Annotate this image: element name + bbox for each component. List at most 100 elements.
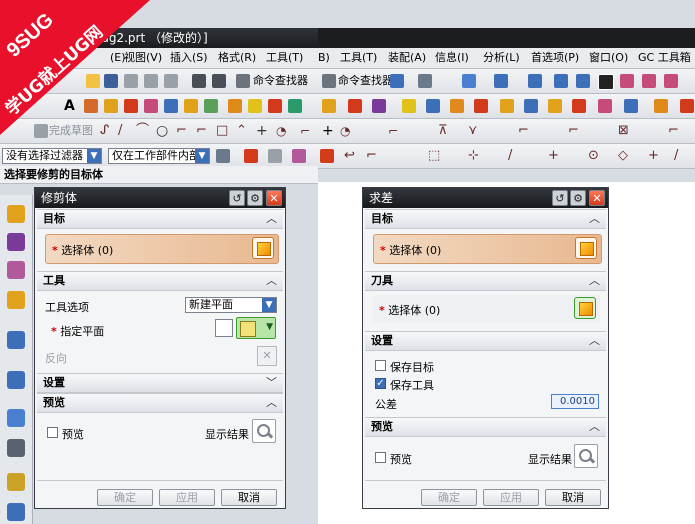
trim-ok-button[interactable]: 确定 xyxy=(97,489,153,506)
trim-tool-section-header[interactable]: 工具 ︿ xyxy=(37,271,283,291)
snap-icon-2[interactable]: ⌐ xyxy=(366,144,377,168)
snap-icon-4[interactable]: + xyxy=(648,144,659,168)
feature-icon-i[interactable] xyxy=(524,99,538,113)
feature-icon-h[interactable] xyxy=(500,99,514,113)
chamfer-icon[interactable]: ⌐ xyxy=(196,119,207,143)
snap-endpoint-icon[interactable]: / xyxy=(508,144,512,168)
fillet-sketch-icon[interactable]: ⌐ xyxy=(568,119,579,143)
feature-icon-8[interactable] xyxy=(228,99,242,113)
command-finder-label[interactable]: 命令查找器 xyxy=(338,69,393,93)
rectangle-icon[interactable]: □ xyxy=(216,119,228,143)
feature-icon-e[interactable] xyxy=(426,99,440,113)
snap-icon-5[interactable]: / xyxy=(674,144,678,168)
feature-icon-d[interactable] xyxy=(402,99,416,113)
feature-icon-5[interactable] xyxy=(164,99,178,113)
subtract-target-select-body[interactable]: * 选择体 (0) xyxy=(373,234,602,264)
feature-icon-k[interactable] xyxy=(572,99,586,113)
menu-assembly[interactable]: 装配(A) xyxy=(388,48,426,68)
view-icon-4[interactable] xyxy=(494,74,508,88)
subtract-preview-section-header[interactable]: 预览 ︿ xyxy=(365,417,606,437)
solid-body-icon[interactable] xyxy=(574,297,596,319)
feature-icon-b[interactable] xyxy=(348,99,362,113)
feature-icon-m[interactable] xyxy=(624,99,638,113)
feature-icon-n[interactable] xyxy=(654,99,668,113)
close-icon[interactable]: ✕ xyxy=(266,190,282,206)
feature-icon-l[interactable] xyxy=(598,99,612,113)
selection-icon-3[interactable] xyxy=(268,149,282,163)
feature-icon-j[interactable] xyxy=(548,99,562,113)
constraint-navigator-icon[interactable] xyxy=(7,233,25,251)
feature-icon-10[interactable] xyxy=(268,99,282,113)
menu-preferences[interactable]: 首选项(P) xyxy=(531,48,579,68)
snap-midpoint-icon[interactable]: + xyxy=(548,144,559,168)
reset-icon[interactable]: ↺ xyxy=(229,190,245,206)
menu-information[interactable]: 信息(I) xyxy=(435,48,469,68)
mirror-icon[interactable]: ⋎ xyxy=(468,119,478,143)
history-icon[interactable] xyxy=(7,371,25,389)
menu-format[interactable]: 格式(R) xyxy=(218,48,256,68)
feature-icon-7[interactable] xyxy=(204,99,218,113)
roles-icon[interactable] xyxy=(7,503,25,521)
subtract-tool-section-header[interactable]: 刀具 ︿ xyxy=(365,271,606,291)
sketch-icon-y[interactable]: ⌐ xyxy=(668,119,679,143)
snap-box-icon[interactable]: ⬚ xyxy=(428,144,440,168)
assembly-navigator-icon[interactable] xyxy=(7,205,25,223)
subtract-tool-select-body[interactable]: * 选择体 (0) xyxy=(373,295,600,323)
subtract-preview-checkbox[interactable] xyxy=(375,452,386,463)
trim-preview-checkbox[interactable] xyxy=(47,427,58,438)
feature-icon-9[interactable] xyxy=(248,99,262,113)
magnifier-icon[interactable] xyxy=(574,444,598,468)
selection-icon-4[interactable] xyxy=(292,149,306,163)
trim-target-section-header[interactable]: 目标 ︿ xyxy=(37,209,283,229)
solid-body-icon[interactable] xyxy=(575,237,597,259)
render-style-icon-1[interactable] xyxy=(528,74,542,88)
magnifier-icon[interactable] xyxy=(252,419,276,443)
subtract-cancel-button[interactable]: 取消 xyxy=(545,489,601,506)
trim-settings-section-header[interactable]: 设置 ﹀ xyxy=(37,373,283,393)
selection-icon-1[interactable] xyxy=(216,149,230,163)
menu-fragment[interactable]: B) xyxy=(318,48,330,68)
menu-window[interactable]: 窗口(O) xyxy=(589,48,628,68)
menu-tools[interactable]: 工具(T) xyxy=(340,48,377,68)
snap-point-icon[interactable] xyxy=(320,149,334,163)
trim-apply-button[interactable]: 应用 xyxy=(159,489,215,506)
clock-icon[interactable] xyxy=(7,409,25,427)
feature-icon-g[interactable] xyxy=(474,99,488,113)
snap-icon-1[interactable]: ↩ xyxy=(344,144,355,168)
offset-icon[interactable]: ◔ xyxy=(340,119,350,143)
snap-point-icon[interactable] xyxy=(244,149,258,163)
command-finder-icon[interactable] xyxy=(322,74,336,88)
reverse-direction-icon[interactable]: ✕ xyxy=(257,346,277,366)
keep-tool-checkbox[interactable]: ✓ xyxy=(375,378,386,389)
menu-analysis[interactable]: 分析(L) xyxy=(483,48,520,68)
quick-trim-icon[interactable]: ⌐ xyxy=(388,119,398,143)
process-studio-icon[interactable] xyxy=(7,473,25,491)
redo-icon[interactable] xyxy=(212,74,226,88)
trim-preview-section-header[interactable]: 预览 ︿ xyxy=(37,393,283,413)
render-style-icon-5[interactable] xyxy=(620,74,634,88)
trim-cancel-button[interactable]: 取消 xyxy=(221,489,277,506)
dimension-icon[interactable]: ⌐ xyxy=(518,119,529,143)
constraint-icon[interactable]: ⊼ xyxy=(438,119,448,143)
snap-center-icon[interactable]: ⊙ xyxy=(588,144,599,168)
menu-gc-toolbox[interactable]: GC 工具箱 xyxy=(638,48,691,68)
offset-icon[interactable]: ◔ xyxy=(276,119,286,143)
feature-icon-6[interactable] xyxy=(184,99,198,113)
menu-insert[interactable]: 插入(S) xyxy=(170,48,208,68)
selection-scope-dropdown[interactable]: 仅在工作部件内部 ▼ xyxy=(108,148,210,164)
feature-icon-a[interactable] xyxy=(322,99,336,113)
command-finder-label[interactable]: 命令查找器 xyxy=(253,69,308,93)
paste-icon[interactable] xyxy=(164,74,178,88)
snap-quadrant-icon[interactable]: ◇ xyxy=(618,144,628,168)
plane-type-dropdown[interactable]: ▼ xyxy=(236,317,276,339)
feature-icon-c[interactable] xyxy=(372,99,386,113)
snap-icon-3[interactable]: ⊹ xyxy=(468,144,479,168)
sketch-icon-x[interactable]: ⊠ xyxy=(618,119,629,143)
trim-target-select-body[interactable]: * 选择体 (0) xyxy=(45,234,279,264)
solid-body-icon[interactable] xyxy=(252,237,274,259)
system-material-icon[interactable] xyxy=(7,439,25,457)
subtract-apply-button[interactable]: 应用 xyxy=(483,489,539,506)
reuse-library-icon[interactable] xyxy=(7,291,25,309)
render-style-icon-2[interactable] xyxy=(554,74,568,88)
selection-filter-dropdown[interactable]: 没有选择过滤器 ▼ xyxy=(2,148,102,164)
